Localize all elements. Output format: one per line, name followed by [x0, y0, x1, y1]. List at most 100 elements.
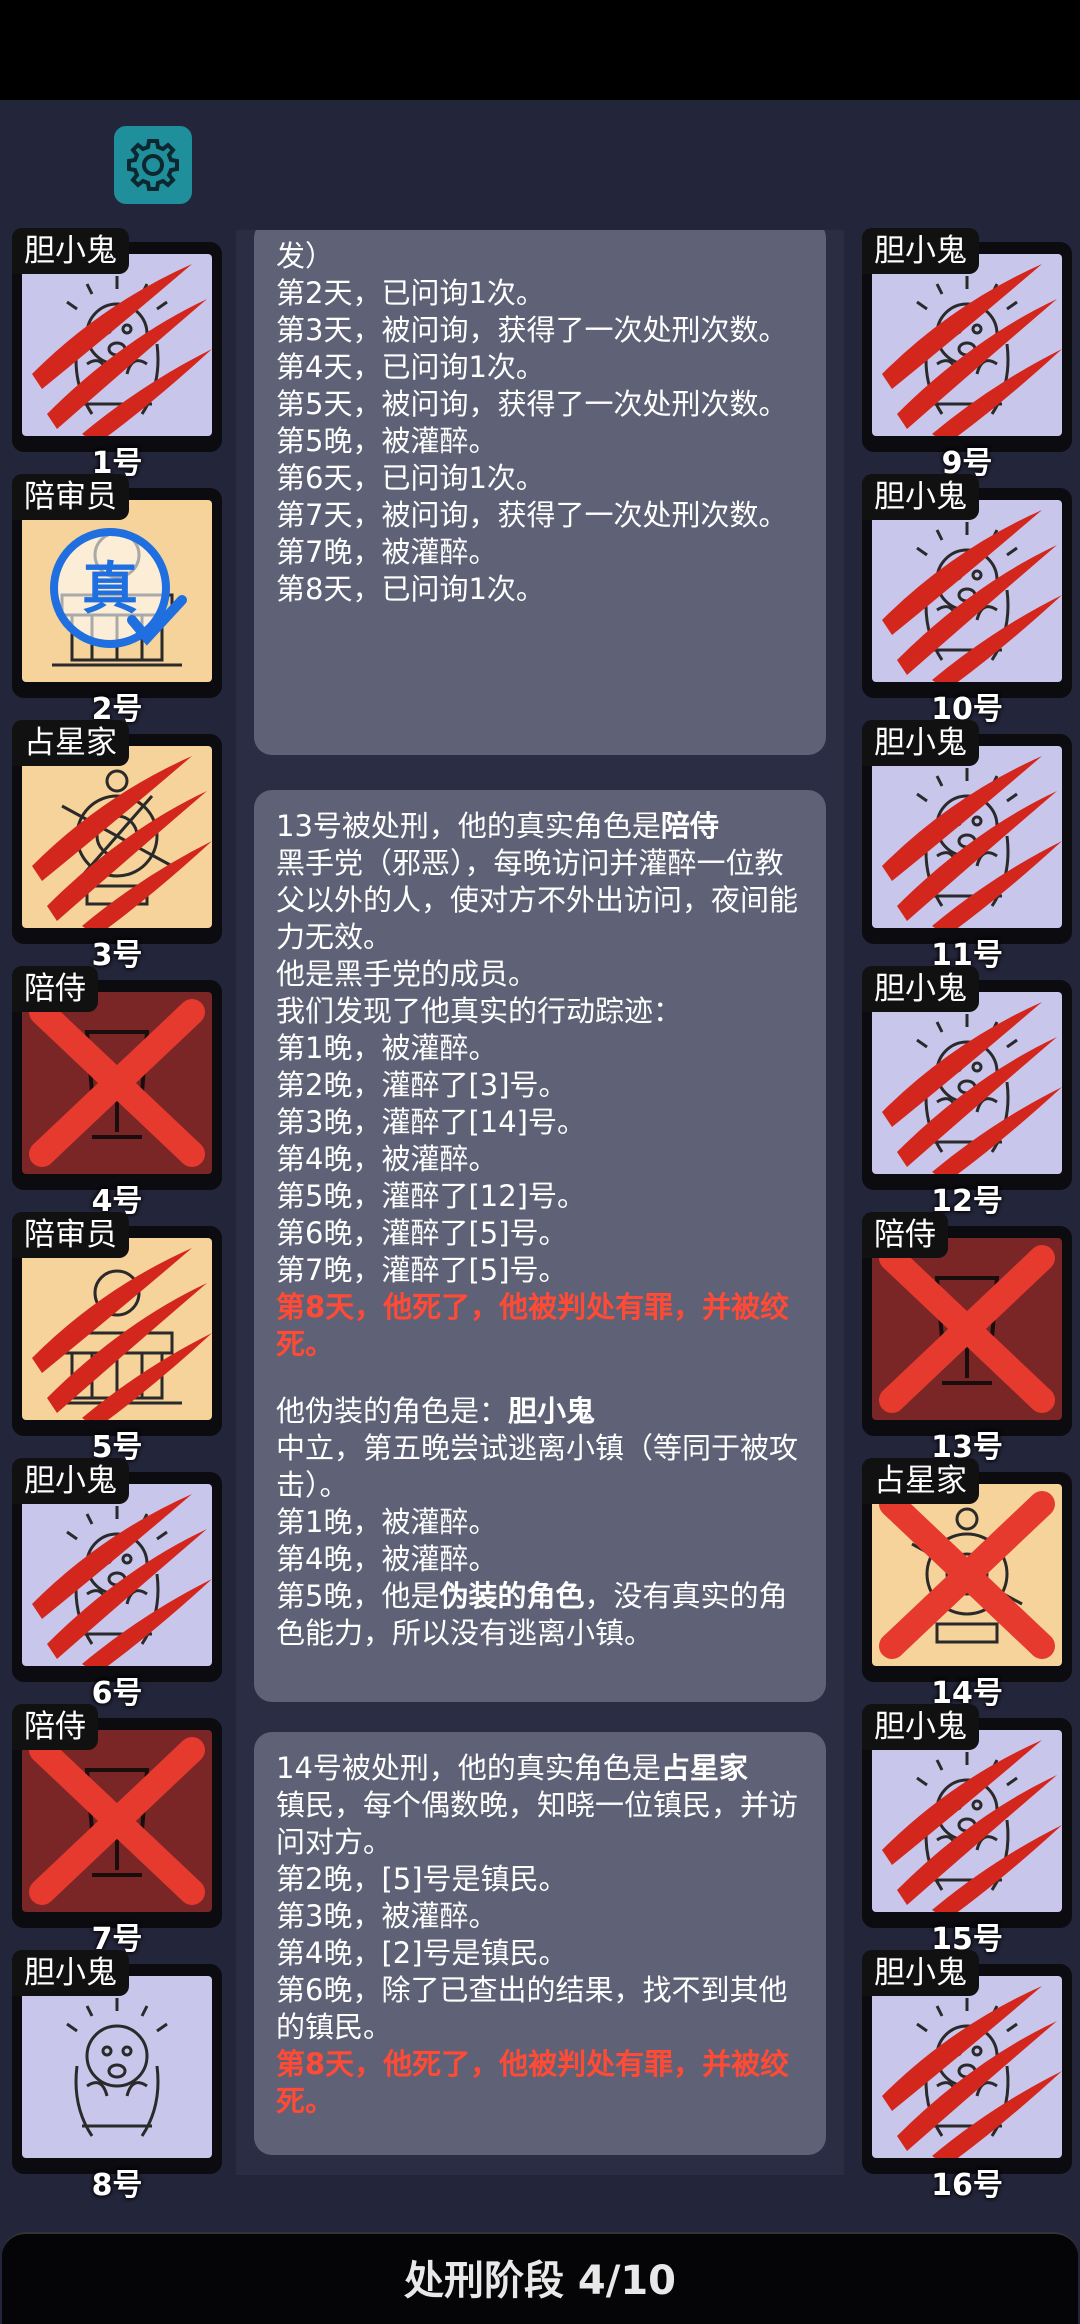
- player-card[interactable]: 胆小鬼 1号: [12, 228, 222, 481]
- player-card[interactable]: 陪侍 7号: [12, 1704, 222, 1957]
- player-card[interactable]: 胆小鬼 11号: [862, 720, 1072, 973]
- player-card[interactable]: 胆小鬼 15号: [862, 1704, 1072, 1957]
- role-label: 胆小鬼: [12, 228, 129, 274]
- role-label: 陪侍: [12, 1704, 98, 1750]
- log-text: 第7天，被问询，获得了一次处刑次数。: [276, 498, 788, 532]
- claw-mark-icon: [882, 1740, 1062, 1912]
- log-text: 第6天，已问询1次。: [276, 461, 545, 495]
- log-line: 我们发现了他真实的行动踪迹：: [276, 993, 804, 1030]
- log-line: 第1晚，被灌醉。: [276, 1504, 804, 1541]
- log-line: 第3天，被问询，获得了一次处刑次数。: [276, 312, 804, 349]
- log-line: 第7天，被问询，获得了一次处刑次数。: [276, 497, 804, 534]
- log-text: 他伪装的角色是：: [276, 1394, 509, 1428]
- player-card[interactable]: 胆小鬼 10号: [862, 474, 1072, 727]
- log-text: 第3天，被问询，获得了一次处刑次数。: [276, 313, 788, 347]
- role-label: 陪侍: [12, 966, 98, 1012]
- player-card[interactable]: 胆小鬼 12号: [862, 966, 1072, 1219]
- log-text: 第5晚，他是: [276, 1579, 440, 1613]
- log-line: 镇民，每个偶数晚，知晓一位镇民，并访问对方。: [276, 1787, 804, 1861]
- log-line: 第7晚，灌醉了[5]号。: [276, 1252, 804, 1289]
- log-line: 第2天，已问询1次。: [276, 275, 804, 312]
- phase-bar: 处刑阶段 4/10: [2, 2232, 1078, 2324]
- log-line: 第2晚，灌醉了[3]号。: [276, 1067, 804, 1104]
- role-portrait: [22, 1484, 212, 1666]
- claw-mark-icon: [882, 510, 1062, 682]
- role-label: 陪审员: [12, 474, 129, 520]
- log-text: 中立，第五晚尝试逃离小镇（等同于被攻击）。: [276, 1431, 799, 1502]
- log-text: 第8天，已问询1次。: [276, 572, 545, 606]
- log-text: 第6晚，除了已查出的结果，找不到其他的镇民。: [276, 1973, 788, 2044]
- role-label: 占星家: [12, 720, 129, 766]
- log-line: 中立，第五晚尝试逃离小镇（等同于被攻击）。: [276, 1430, 804, 1504]
- log-line: 第3晚，灌醉了[14]号。: [276, 1104, 804, 1141]
- claw-mark-icon: [32, 756, 212, 928]
- settings-button[interactable]: [114, 126, 192, 204]
- role-portrait: [22, 1238, 212, 1420]
- player-card[interactable]: 胆小鬼 16号: [862, 1950, 1072, 2203]
- eliminated-x-icon: [879, 1245, 1055, 1413]
- log-text: 13号被处刑，他的真实角色是: [276, 809, 661, 843]
- log-line: 第7晚，被灌醉。: [276, 534, 804, 571]
- claw-mark-icon: [882, 264, 1062, 436]
- log-line: 第4天，已问询1次。: [276, 349, 804, 386]
- log-entry: 发） 第2天，已问询1次。 第3天，被问询，获得了一次处刑次数。 第4天，已问询1次。…: [254, 230, 826, 755]
- seat-number: 8号: [91, 2168, 143, 2203]
- player-card[interactable]: 陪侍 13号: [862, 1212, 1072, 1465]
- role-label: 胆小鬼: [862, 966, 979, 1012]
- eliminated-x-icon: [29, 1737, 205, 1905]
- log-line: 第8天，已问询1次。: [276, 571, 804, 608]
- role-portrait: [872, 500, 1062, 682]
- log-text: 第7晚，灌醉了[5]号。: [276, 1253, 568, 1287]
- log-line: 第5天，被问询，获得了一次处刑次数。: [276, 386, 804, 423]
- log-line: 13号被处刑，他的真实角色是陪侍: [276, 808, 804, 845]
- log-entry: 13号被处刑，他的真实角色是陪侍 黑手党（邪恶），每晚访问并灌醉一位教父以外的人，…: [254, 790, 826, 1702]
- log-text: 黑手党（邪恶），每晚访问并灌醉一位教父以外的人，使对方不外出访问，夜间能力无效。: [276, 846, 799, 954]
- role-label: 胆小鬼: [12, 1950, 129, 1996]
- log-text: 第2晚，灌醉了[3]号。: [276, 1068, 568, 1102]
- verified-stamp-icon: 真: [50, 528, 187, 648]
- role-portrait: [22, 746, 212, 928]
- death-notice-text: 第8天，他死了，他被判处有罪，并被绞死。: [276, 1289, 804, 1363]
- log-text: 第4晚，[2]号是镇民。: [276, 1936, 568, 1970]
- player-card[interactable]: 胆小鬼 9号: [862, 228, 1072, 481]
- claw-mark-icon: [32, 1494, 212, 1666]
- svg-text:真: 真: [82, 557, 138, 622]
- log-text: 第6晚，灌醉了[5]号。: [276, 1216, 568, 1250]
- player-card[interactable]: 陪审员 5号: [12, 1212, 222, 1465]
- role-portrait: [872, 992, 1062, 1174]
- player-card[interactable]: 胆小鬼 8号: [12, 1950, 222, 2203]
- log-line: 黑手党（邪恶），每晚访问并灌醉一位教父以外的人，使对方不外出访问，夜间能力无效。: [276, 845, 804, 956]
- player-card[interactable]: 陪侍 4号: [12, 966, 222, 1219]
- role-name-emphasis: 伪装的角色: [439, 1579, 585, 1613]
- eliminated-x-icon: [29, 999, 205, 1167]
- log-text: 第4晚，被灌醉。: [276, 1142, 498, 1176]
- player-card[interactable]: 胆小鬼 6号: [12, 1458, 222, 1711]
- death-notice-text: 第8天，他死了，他被判处有罪，并被绞死。: [276, 2046, 804, 2120]
- role-label: 胆小鬼: [12, 1458, 129, 1504]
- role-name-emphasis: 陪侍: [660, 809, 719, 843]
- claw-mark-icon: [882, 756, 1062, 928]
- eliminated-x-icon: [879, 1491, 1055, 1659]
- log-text: 第7晚，被灌醉。: [276, 535, 498, 569]
- role-portrait: [22, 254, 212, 436]
- log-text: 第5天，被问询，获得了一次处刑次数。: [276, 387, 788, 421]
- player-card[interactable]: 占星家 3号: [12, 720, 222, 973]
- log-line: 第4晚，[2]号是镇民。: [276, 1935, 804, 1972]
- claw-mark-icon: [32, 1248, 212, 1420]
- player-card[interactable]: 陪审员 真 2号: [12, 474, 222, 727]
- execution-log-panel[interactable]: 发） 第2天，已问询1次。 第3天，被问询，获得了一次处刑次数。 第4天，已问询1次。…: [236, 230, 844, 2175]
- role-label: 胆小鬼: [862, 228, 979, 274]
- role-label: 胆小鬼: [862, 474, 979, 520]
- log-text: 他是黑手党的成员。: [276, 957, 538, 991]
- log-text: 我们发现了他真实的行动踪迹：: [276, 994, 683, 1028]
- role-label: 胆小鬼: [862, 720, 979, 766]
- log-line: 发）: [276, 238, 804, 275]
- role-label: 占星家: [862, 1458, 979, 1504]
- log-line: 第4晚，被灌醉。: [276, 1141, 804, 1178]
- role-portrait: [872, 1484, 1062, 1666]
- seat-number: 16号: [931, 2168, 1003, 2203]
- role-portrait: [22, 1976, 212, 2158]
- claw-mark-icon: [882, 1002, 1062, 1174]
- log-text: 第1晚，被灌醉。: [276, 1031, 498, 1065]
- player-card[interactable]: 占星家 14号: [862, 1458, 1072, 1711]
